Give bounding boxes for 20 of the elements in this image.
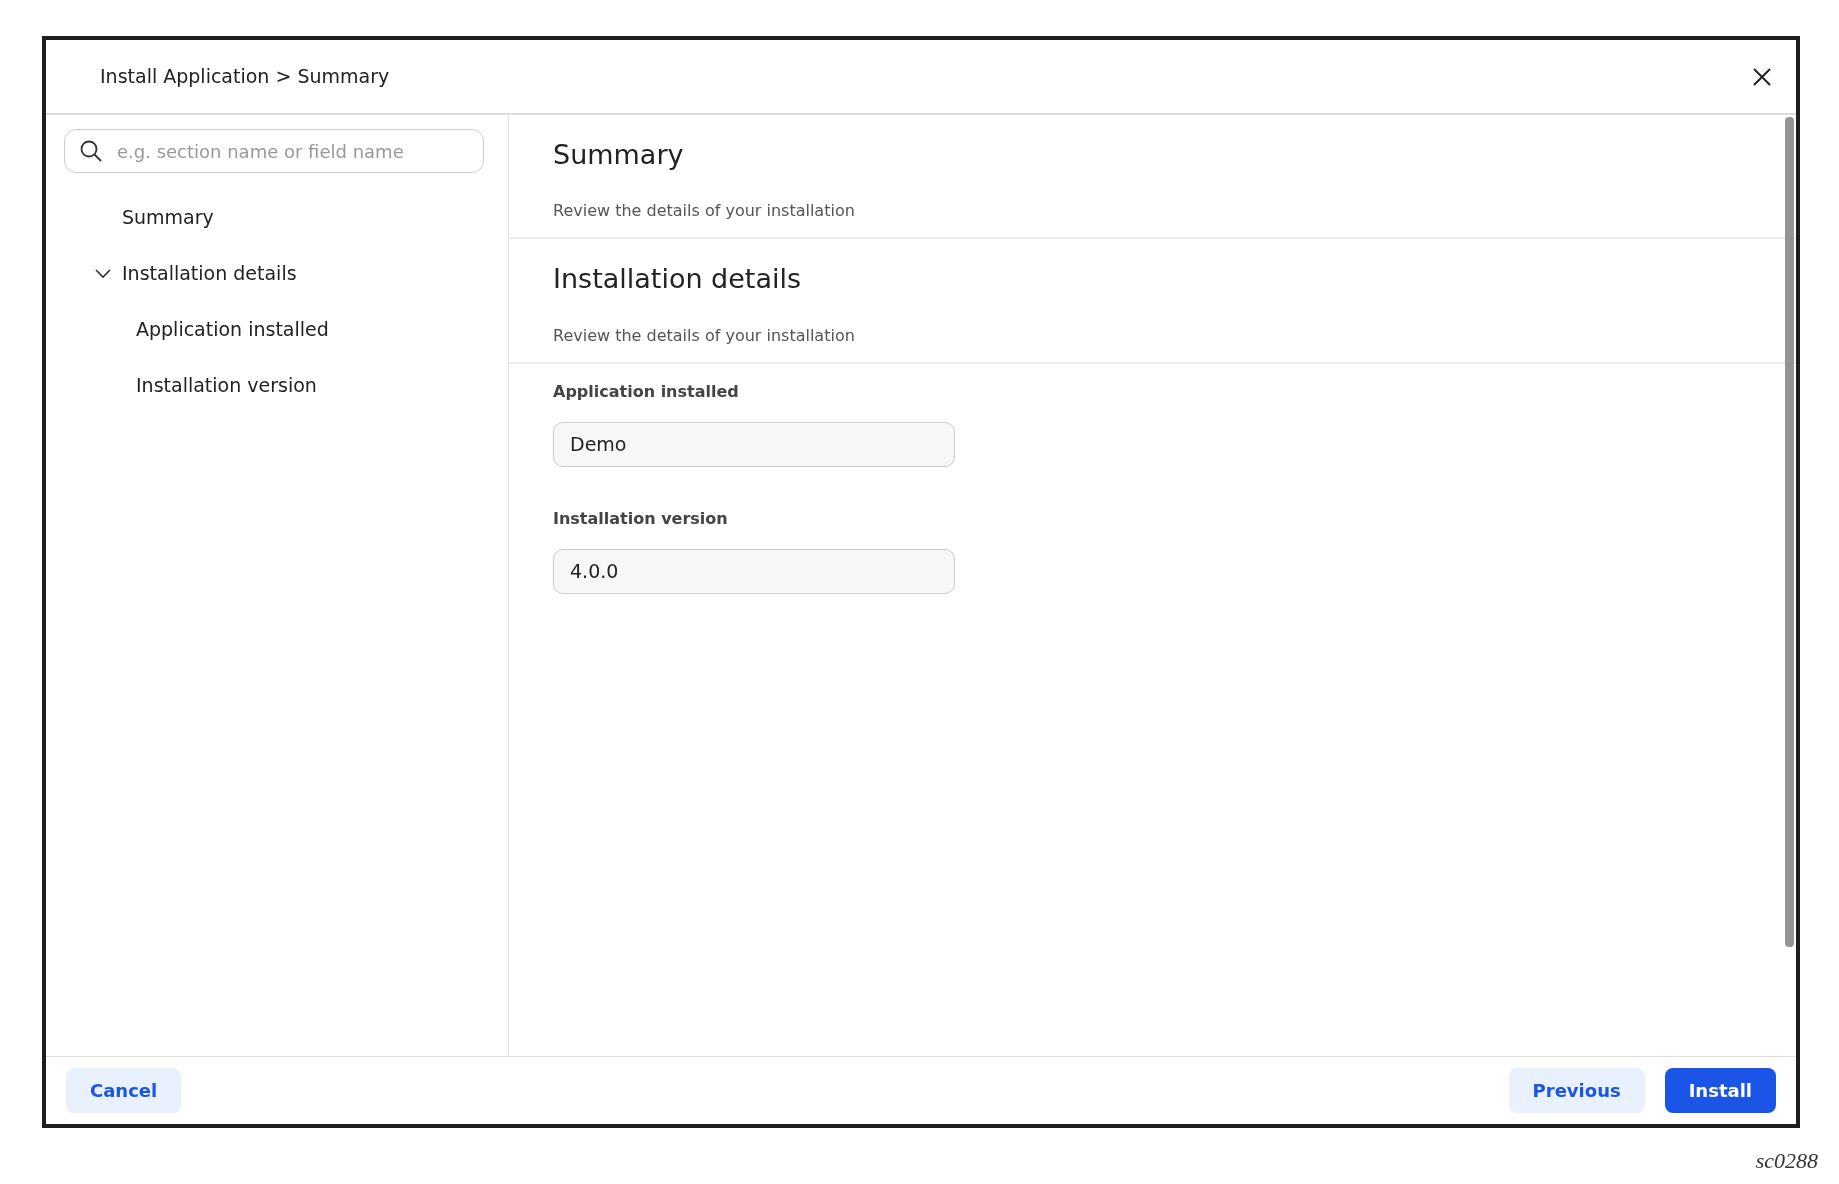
sidebar-item[interactable]: Summary: [122, 202, 214, 232]
search-field[interactable]: e.g. section name or field name: [64, 129, 484, 173]
section-heading: Installation details: [553, 263, 803, 296]
input-field[interactable]: Demo: [553, 421, 955, 467]
section-heading: Summary: [553, 139, 685, 172]
sidebar-item[interactable]: Application installed: [136, 314, 329, 344]
input-field[interactable]: 4.0.0: [553, 548, 955, 594]
field-label: Installation version: [553, 507, 729, 530]
install-button[interactable]: Install: [1664, 1068, 1776, 1113]
section-description: Review the details of your installation: [553, 324, 856, 347]
scrollbar-thumb[interactable]: [1785, 117, 1794, 947]
sidebar-item[interactable]: Installation version: [136, 370, 317, 400]
dialog-title: Install Application > Summary: [100, 64, 390, 90]
section-description: Review the details of your installation: [553, 200, 856, 223]
close-icon: [1752, 67, 1772, 87]
cancel-button[interactable]: Cancel: [66, 1068, 182, 1113]
sidebar-item[interactable]: Installation details: [122, 258, 297, 288]
previous-button[interactable]: Previous: [1508, 1068, 1645, 1113]
figure-label: sc0288: [1755, 1147, 1818, 1175]
field-label: Application installed: [553, 380, 740, 403]
